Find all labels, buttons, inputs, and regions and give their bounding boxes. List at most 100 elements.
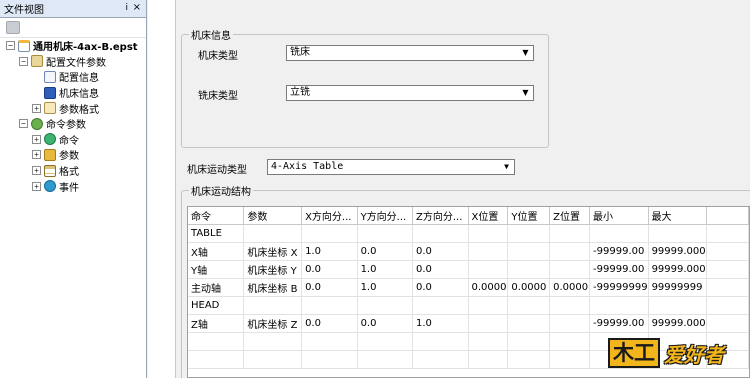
table-cell[interactable]: [468, 314, 509, 333]
collapse-icon[interactable]: −: [6, 41, 15, 51]
table-cell[interactable]: 0.0: [412, 278, 469, 297]
table-cell[interactable]: 99999.000: [648, 314, 707, 333]
table-cell[interactable]: TABLE: [188, 224, 245, 243]
table-cell[interactable]: [301, 296, 358, 315]
table-row[interactable]: Y轴 机床坐标 Y 0.0 1.0 0.0 -99999.00 99999.000: [188, 260, 749, 279]
column-header[interactable]: Z位置: [549, 207, 591, 225]
table-cell[interactable]: -99999999: [589, 278, 649, 297]
table-cell[interactable]: [589, 296, 649, 315]
table-cell[interactable]: 0.0000: [507, 278, 551, 297]
table-cell[interactable]: 99999.000: [648, 260, 707, 279]
table-cell[interactable]: [468, 224, 509, 243]
tree-item[interactable]: + 参数格式: [0, 100, 146, 116]
expand-icon[interactable]: +: [32, 181, 41, 191]
column-header[interactable]: Y方向分...: [357, 207, 414, 225]
tree-item[interactable]: + 格式: [0, 163, 146, 179]
table-cell[interactable]: [589, 224, 649, 243]
table-cell[interactable]: [468, 350, 509, 369]
table-cell[interactable]: [468, 332, 509, 351]
table-cell[interactable]: -99999.00: [589, 260, 649, 279]
table-cell[interactable]: 0.0: [412, 242, 469, 261]
collapse-icon[interactable]: −: [19, 119, 28, 129]
table-cell[interactable]: [549, 242, 591, 261]
table-cell[interactable]: 99999999: [648, 278, 707, 297]
table-cell[interactable]: [412, 350, 469, 369]
table-row[interactable]: Z轴 机床坐标 Z 0.0 0.0 1.0 -99999.00 99999.000: [188, 314, 749, 333]
table-row[interactable]: 主动轴 机床坐标 B 0.0 1.0 0.0 0.0000 0.0000 0.0000 -999…: [188, 278, 749, 297]
table-cell[interactable]: 1.0: [412, 314, 469, 333]
tree-item[interactable]: 机床信息: [0, 85, 146, 101]
table-cell[interactable]: [301, 224, 358, 243]
tree-item[interactable]: 配置信息: [0, 69, 146, 85]
table-cell[interactable]: [507, 242, 551, 261]
toolbar-view-icon[interactable]: [6, 21, 20, 34]
motion-type-select[interactable]: 4-Axis Table ▼: [267, 159, 515, 175]
table-cell[interactable]: [549, 314, 591, 333]
table-cell[interactable]: [549, 296, 591, 315]
expand-icon[interactable]: +: [32, 150, 41, 160]
table-cell[interactable]: [507, 350, 551, 369]
table-cell[interactable]: [357, 332, 414, 351]
table-cell[interactable]: [412, 296, 469, 315]
column-header[interactable]: 最大: [648, 207, 707, 225]
table-cell[interactable]: [648, 296, 707, 315]
table-cell[interactable]: [507, 314, 551, 333]
column-header[interactable]: Y位置: [507, 207, 551, 225]
collapse-icon[interactable]: −: [19, 56, 28, 66]
table-cell[interactable]: [412, 224, 469, 243]
column-header[interactable]: 命令: [188, 207, 245, 225]
table-row[interactable]: TABLE: [188, 224, 749, 243]
table-cell[interactable]: 0.0: [357, 314, 414, 333]
table-cell[interactable]: [468, 296, 509, 315]
table-cell[interactable]: 机床坐标 B: [243, 278, 303, 297]
pin-icon[interactable]: ⅰ: [125, 3, 128, 13]
table-cell[interactable]: [357, 224, 414, 243]
chevron-down-icon[interactable]: ▼: [518, 46, 533, 60]
table-cell[interactable]: [549, 224, 591, 243]
table-cell[interactable]: [507, 260, 551, 279]
table-cell[interactable]: 0.0: [301, 260, 358, 279]
table-row[interactable]: HEAD: [188, 296, 749, 315]
close-icon[interactable]: ×: [133, 2, 141, 13]
table-cell[interactable]: 0.0: [301, 278, 358, 297]
table-cell[interactable]: 0.0: [357, 242, 414, 261]
expand-icon[interactable]: +: [32, 166, 41, 176]
table-cell[interactable]: [188, 350, 245, 369]
tree-item[interactable]: − 命令参数: [0, 116, 146, 132]
table-cell[interactable]: [549, 332, 591, 351]
table-cell[interactable]: -99999.00: [589, 314, 649, 333]
tree-item[interactable]: + 事件: [0, 178, 146, 194]
table-cell[interactable]: 1.0: [357, 260, 414, 279]
table-cell[interactable]: HEAD: [188, 296, 245, 315]
table-cell[interactable]: 0.0000: [549, 278, 591, 297]
chevron-down-icon[interactable]: ▼: [499, 160, 514, 174]
tree-item[interactable]: − 通用机床-4ax-B.epst: [0, 38, 146, 54]
table-cell[interactable]: [412, 332, 469, 351]
table-cell[interactable]: 机床坐标 Z: [243, 314, 303, 333]
table-cell[interactable]: [301, 332, 358, 351]
table-cell[interactable]: 主动轴: [188, 278, 245, 297]
table-cell[interactable]: [507, 224, 551, 243]
table-cell[interactable]: Y轴: [188, 260, 245, 279]
table-cell[interactable]: 0.0000: [468, 278, 509, 297]
table-cell[interactable]: [468, 242, 509, 261]
table-cell[interactable]: [468, 260, 509, 279]
table-cell[interactable]: -99999.00: [589, 242, 649, 261]
table-cell[interactable]: [648, 224, 707, 243]
table-cell[interactable]: 1.0: [357, 278, 414, 297]
table-cell[interactable]: 机床坐标 Y: [243, 260, 303, 279]
table-cell[interactable]: 99999.000: [648, 242, 707, 261]
table-cell[interactable]: 0.0: [301, 314, 358, 333]
tree-item[interactable]: + 命令: [0, 132, 146, 148]
table-cell[interactable]: [357, 350, 414, 369]
expand-icon[interactable]: +: [32, 134, 41, 144]
column-header[interactable]: 最小: [589, 207, 649, 225]
table-cell[interactable]: X轴: [188, 242, 245, 261]
table-row[interactable]: X轴 机床坐标 X 1.0 0.0 0.0 -99999.00 99999.000: [188, 242, 749, 261]
column-header[interactable]: X位置: [468, 207, 509, 225]
table-cell[interactable]: 机床坐标 X: [243, 242, 303, 261]
table-cell[interactable]: [549, 350, 591, 369]
table-cell[interactable]: [243, 332, 303, 351]
column-header[interactable]: 参数: [243, 207, 303, 225]
table-cell[interactable]: [188, 332, 245, 351]
